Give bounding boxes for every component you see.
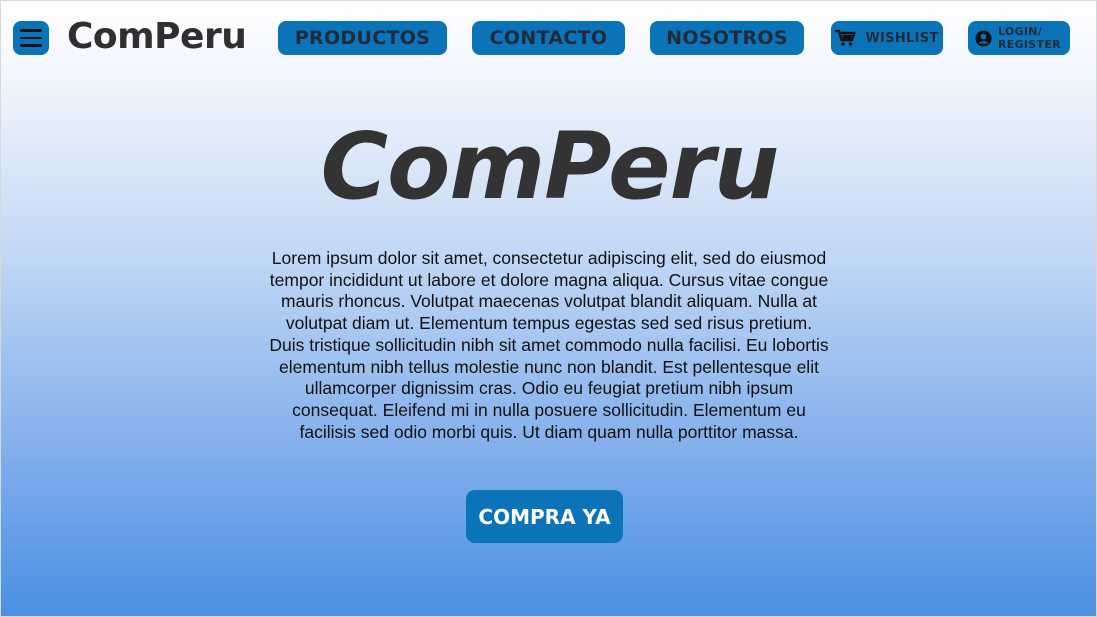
hamburger-menu-icon-bar bbox=[20, 36, 42, 40]
login-register-label: LOGIN/ REGISTER bbox=[998, 25, 1061, 51]
hero-title: ComPeru bbox=[320, 113, 780, 220]
wishlist-label: WISHLIST bbox=[865, 30, 939, 46]
user-circle-icon bbox=[975, 30, 992, 46]
hero-description: Lorem ipsum dolor sit amet, consectetur … bbox=[269, 248, 829, 442]
site-logo[interactable]: ComPeru bbox=[67, 16, 247, 57]
hamburger-menu-icon-bar bbox=[20, 44, 42, 47]
login-register-button[interactable]: LOGIN/ REGISTER bbox=[968, 21, 1070, 55]
nav-nosotros-button[interactable]: NOSOTROS bbox=[650, 21, 804, 55]
nav-productos-button[interactable]: PRODUCTOS bbox=[278, 21, 447, 55]
nav-contacto-button[interactable]: CONTACTO bbox=[472, 21, 625, 55]
hamburger-menu-icon bbox=[20, 29, 42, 32]
shopping-cart-icon bbox=[835, 29, 857, 46]
header: ComPeru PRODUCTOS CONTACTO NOSOTROS WISH… bbox=[1, 1, 1097, 76]
hamburger-menu-button[interactable] bbox=[13, 21, 49, 55]
compra-ya-button[interactable]: COMPRA YA bbox=[466, 490, 623, 543]
wishlist-button[interactable]: WISHLIST bbox=[831, 21, 943, 55]
